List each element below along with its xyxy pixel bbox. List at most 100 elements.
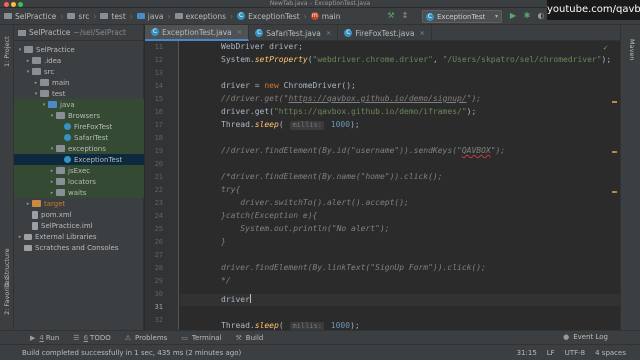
build-icon: ⚒ [235, 333, 242, 342]
terminal-icon: ▭ [181, 333, 188, 342]
tool-window-shortcut: 6 [83, 333, 89, 342]
tool-window-run[interactable]: ▶ 4 Run [30, 334, 59, 342]
breadcrumb-test[interactable]: test › [100, 12, 134, 21]
chevron-down-icon[interactable]: ▾ [32, 91, 40, 97]
close-icon[interactable]: × [237, 28, 242, 36]
chevron-right-icon[interactable]: ▸ [48, 179, 56, 185]
tree-item[interactable]: ExceptionTest [14, 154, 144, 165]
tree-item[interactable]: SafariTest [14, 132, 144, 143]
code-line: driver.findElement(By.linkText("SignUp F… [221, 263, 486, 272]
chevron-right-icon[interactable]: ▸ [24, 201, 32, 207]
chevron-right-icon[interactable]: ▸ [16, 234, 24, 240]
tree-item-label: test [52, 89, 66, 98]
code-line: */ [221, 276, 231, 285]
breadcrumb-method[interactable]: m main [310, 12, 341, 21]
event-log-button[interactable]: ● Event Log [563, 333, 608, 341]
tab-exceptiontest[interactable]: C ExceptionTest.java × [145, 25, 250, 41]
breadcrumb-java[interactable]: java › [136, 12, 173, 21]
tree-item-label: SelPractice [36, 45, 75, 54]
chevron-down-icon[interactable]: ▾ [16, 47, 24, 53]
tree-item[interactable]: ▸ waits [14, 187, 144, 198]
coverage-icon[interactable]: ◐ [536, 11, 546, 21]
tool-window-terminal[interactable]: ▭ Terminal [181, 334, 221, 342]
code-line: Thread.sleep( millis: 1000); [221, 321, 360, 330]
project-panel: SelPractice ~/sel/SelPract ▾ SelPractice ▸… [14, 25, 144, 330]
class-icon: C [344, 29, 353, 37]
line-number: 25 [154, 225, 163, 233]
line-number: 13 [154, 69, 163, 77]
breadcrumb-exceptions[interactable]: exceptions › [174, 12, 236, 21]
folder-icon [67, 13, 76, 19]
tab-safaritest[interactable]: C SafariTest.java × [249, 25, 339, 41]
file-icon [32, 221, 38, 230]
tree-item[interactable]: ▸ target [14, 198, 144, 209]
tree-item[interactable]: ▾ src [14, 66, 144, 77]
run-configuration-select[interactable]: C ExceptionTest ▾ [422, 10, 502, 23]
chevron-right-icon[interactable]: ▸ [24, 58, 32, 64]
class-icon [64, 134, 71, 141]
folder-icon [40, 79, 49, 86]
line-number: 22 [154, 186, 163, 194]
line-separator[interactable]: LF [547, 349, 555, 357]
chevron-right-icon[interactable]: ▸ [32, 80, 40, 86]
chevron-down-icon[interactable]: ▾ [48, 146, 56, 152]
caret-position[interactable]: 31:15 [517, 349, 537, 357]
code-line: }catch(Exception e){ [221, 211, 318, 220]
code-line: //driver.findElement(By.id("username")).… [221, 146, 506, 155]
chevron-down-icon[interactable]: ▾ [24, 69, 32, 75]
chevron-right-icon[interactable]: ▸ [48, 168, 56, 174]
tree-item-label: target [44, 199, 66, 208]
tree-item[interactable]: ▸ External Libraries [14, 231, 144, 242]
file-encoding[interactable]: UTF-8 [565, 349, 585, 357]
tree-item-label: Scratches and Consoles [35, 243, 119, 252]
text-caret [249, 294, 251, 303]
tree-item[interactable]: pom.xml [14, 209, 144, 220]
class-icon: C [237, 12, 246, 20]
chevron-down-icon[interactable]: ▾ [40, 102, 48, 108]
tree-item[interactable]: SelPractice.iml [14, 220, 144, 231]
chevron-down-icon[interactable]: ▾ [48, 113, 56, 119]
vcs-icon[interactable]: ↕ [400, 11, 410, 21]
chevron-right-icon[interactable]: ▸ [48, 190, 56, 196]
tree-item[interactable]: Scratches and Consoles [14, 242, 144, 253]
debug-icon[interactable]: ✱ [522, 11, 532, 21]
close-icon[interactable]: × [326, 29, 331, 37]
tree-item[interactable]: ▸ jsExec [14, 165, 144, 176]
breadcrumb-class[interactable]: C ExceptionTest › [237, 12, 309, 21]
run-icon[interactable]: ▶ [508, 11, 518, 21]
project-tool-tab[interactable]: 1: Project [3, 36, 11, 67]
status-message[interactable]: Build completed successfully in 1 sec, 4… [22, 349, 241, 357]
tree-item[interactable]: ▸ main [14, 77, 144, 88]
indent-setting[interactable]: 4 spaces [595, 349, 626, 357]
tool-window-shortcut: 4 [39, 333, 44, 342]
tree-item-label: main [52, 78, 70, 87]
line-number: 15 [154, 95, 163, 103]
tree-item[interactable]: ▾ Browsers [14, 110, 144, 121]
tree-item[interactable]: ▾ test [14, 88, 144, 99]
tab-firefoxtest[interactable]: C FireFoxTest.java × [338, 25, 432, 41]
tool-window-todo[interactable]: ☰ 6 TODO [73, 334, 110, 342]
close-icon[interactable]: × [419, 29, 424, 37]
tree-item[interactable]: ▾ java [14, 99, 144, 110]
tree-item-label: ExceptionTest [74, 155, 123, 164]
line-number: 21 [154, 173, 163, 181]
maven-tool-tab[interactable]: Maven [628, 39, 636, 61]
source-folder-icon [136, 13, 145, 19]
tree-item[interactable]: ▾ exceptions [14, 143, 144, 154]
tree-item[interactable]: ▸ .idea [14, 55, 144, 66]
breadcrumb-src[interactable]: src › [67, 12, 98, 21]
tree-item[interactable]: ▾ SelPractice [14, 44, 144, 55]
hammer-icon[interactable]: ⚒ [386, 11, 396, 21]
code-editor[interactable]: 11 12 13 14 15 16 17 18 19 20 21 22 23 24 25 26 27 28 29 30… [145, 41, 620, 330]
tree-item[interactable]: ▸ locators [14, 176, 144, 187]
tool-window-build[interactable]: ⚒ Build [236, 334, 264, 342]
tree-item-label: java [60, 100, 75, 109]
favorites-tool-tab[interactable]: 2: Favorites [3, 277, 11, 315]
file-icon [32, 210, 38, 219]
breadcrumb-project[interactable]: SelPractice › [4, 12, 65, 21]
library-icon [24, 233, 32, 240]
tree-item[interactable]: FireFoxTest [14, 121, 144, 132]
class-icon: C [426, 12, 434, 21]
tree-item-label: locators [68, 177, 96, 186]
tool-window-problems[interactable]: ⚠ Problems [125, 334, 168, 342]
